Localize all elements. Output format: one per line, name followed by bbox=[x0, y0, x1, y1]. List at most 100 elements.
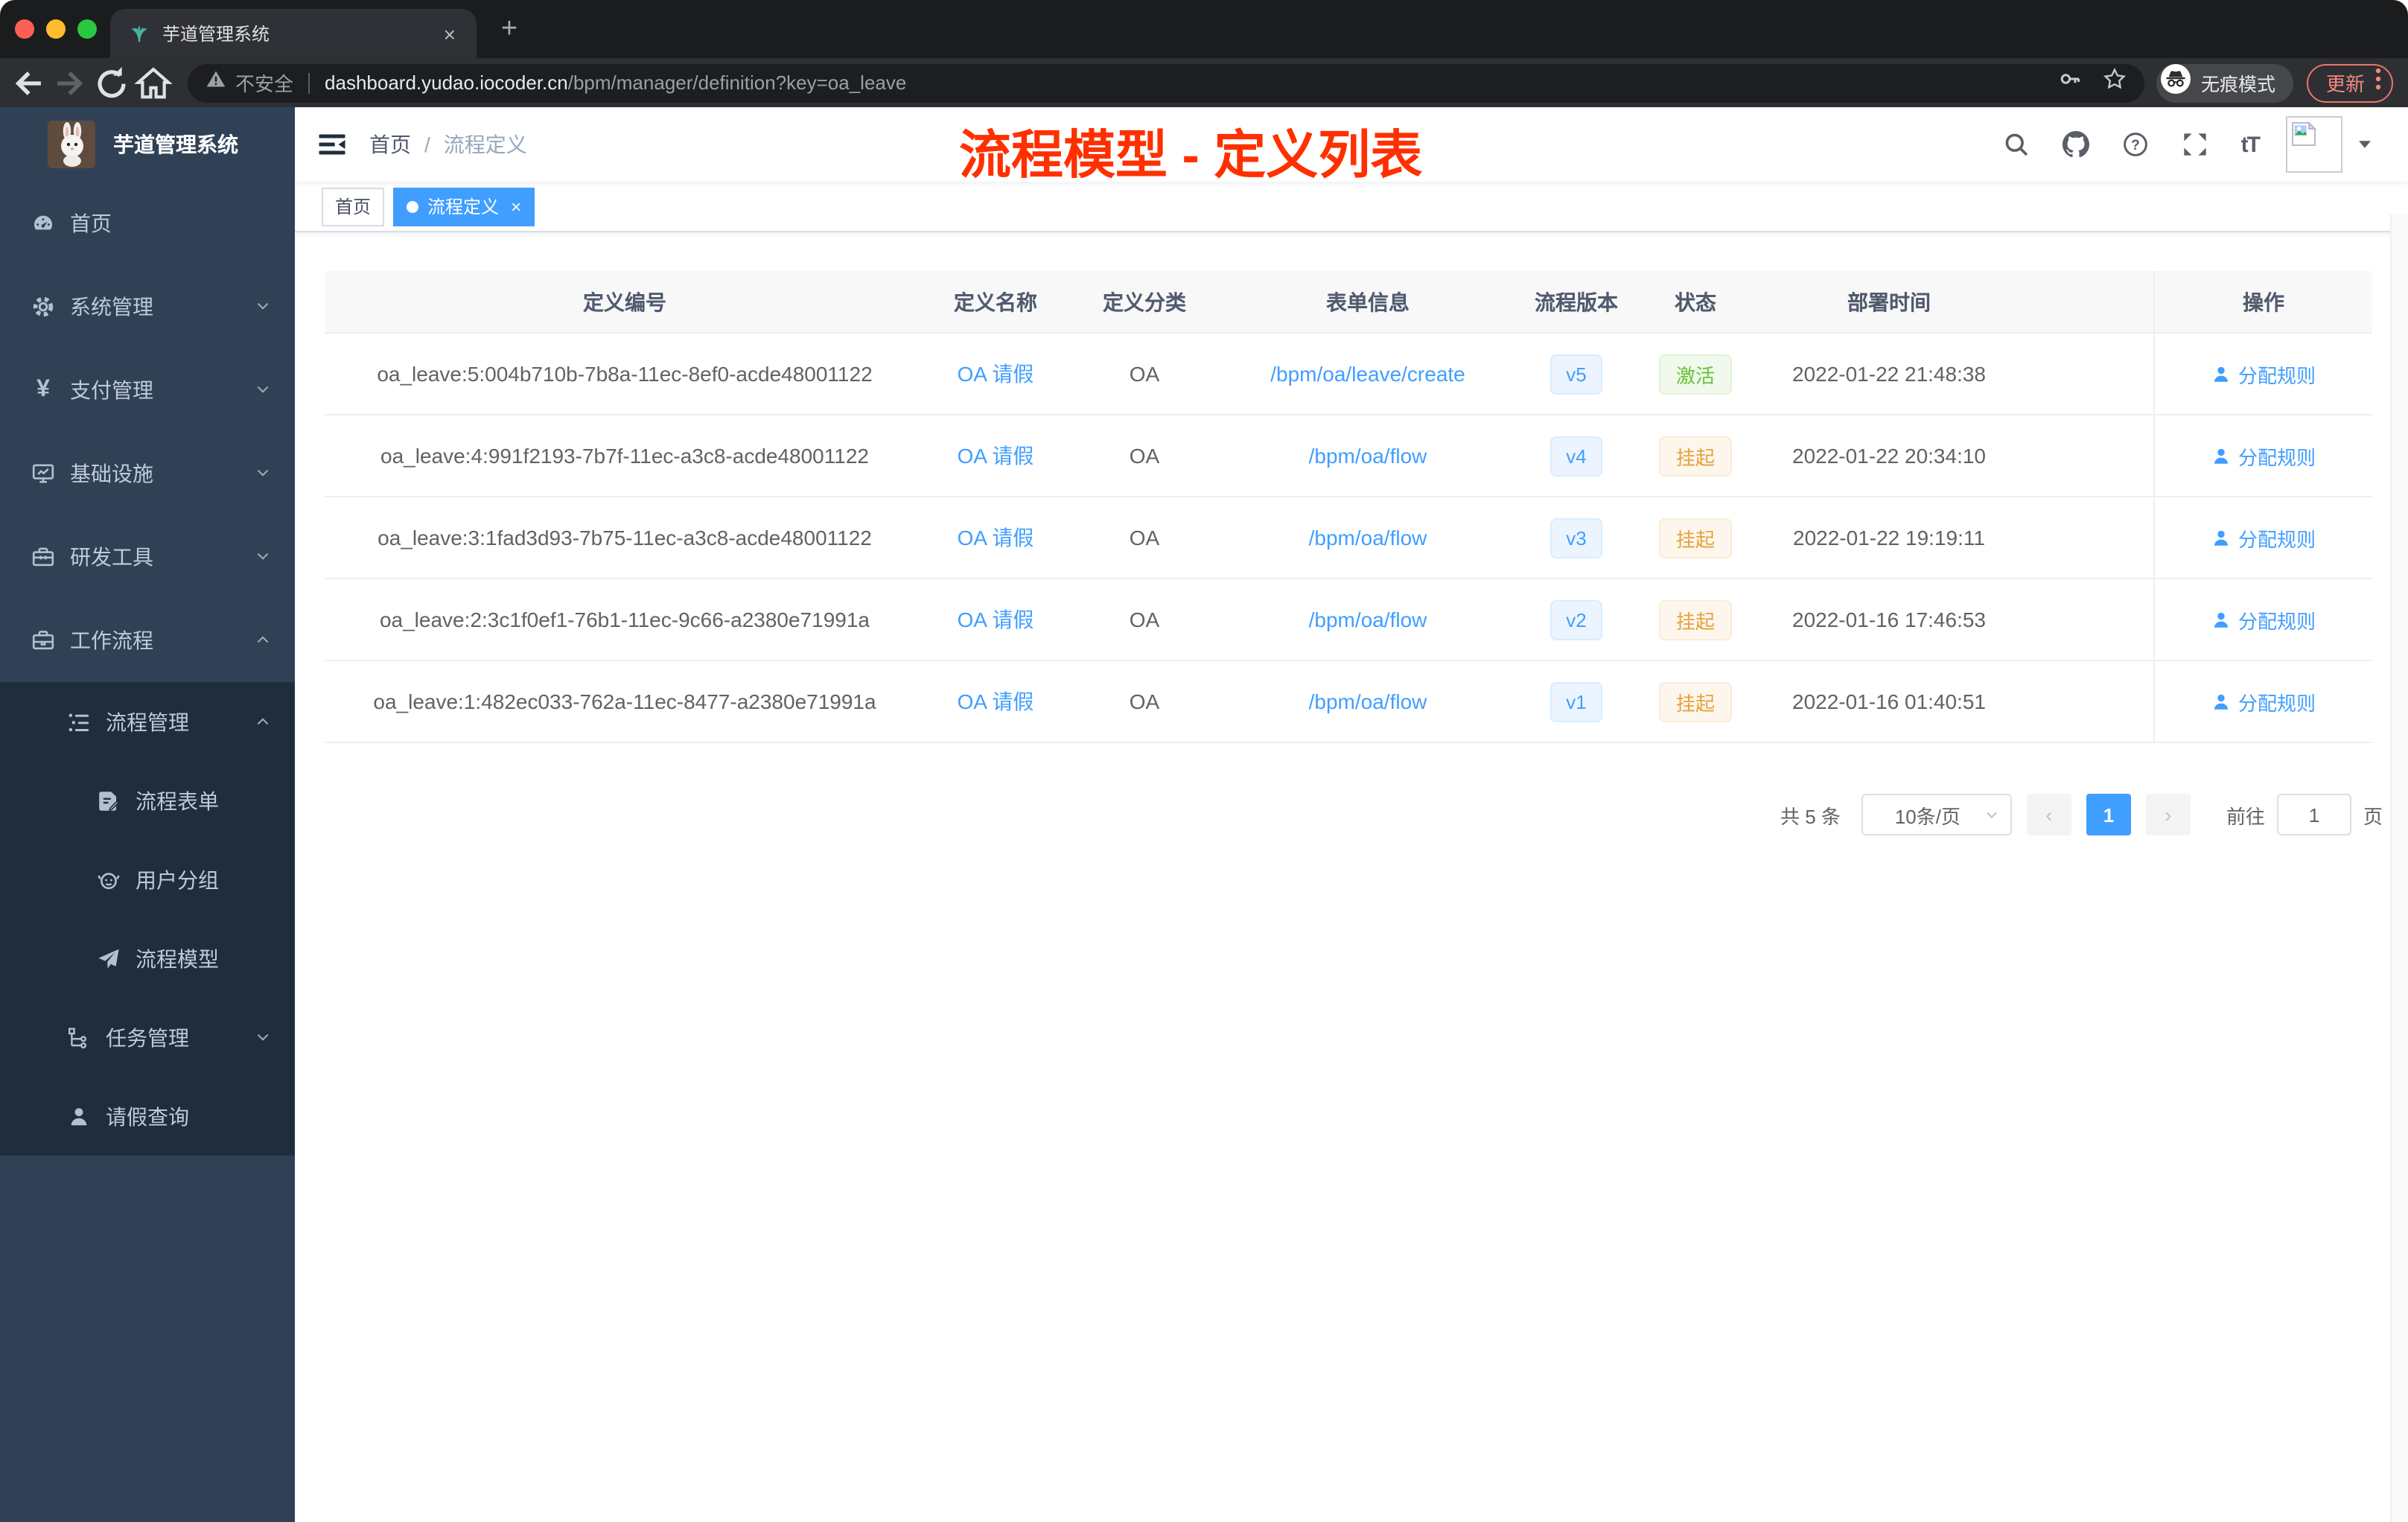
monitor-icon bbox=[30, 460, 57, 487]
pagination: 共 5 条 10条/页 ‹ 1 › 前往 页 bbox=[325, 794, 2383, 835]
definition-name-link[interactable]: OA 请假 bbox=[958, 687, 1034, 716]
table-row: oa_leave:2:3c1f0ef1-76b1-11ec-9c66-a2380… bbox=[325, 579, 2372, 661]
forward-icon[interactable] bbox=[51, 63, 89, 102]
next-page-button[interactable]: › bbox=[2145, 794, 2191, 835]
tag-process-definition[interactable]: 流程定义 × bbox=[393, 187, 535, 226]
form-info-link[interactable]: /bpm/oa/leave/create bbox=[1270, 362, 1465, 386]
tab-close-icon[interactable]: × bbox=[438, 22, 462, 45]
back-icon[interactable] bbox=[9, 63, 48, 102]
logo-avatar bbox=[48, 121, 95, 168]
cell-status: 激活 bbox=[1640, 334, 1751, 414]
incognito-label: 无痕模式 bbox=[2200, 74, 2275, 95]
site-favicon-icon bbox=[128, 22, 150, 45]
sidebar-item-leave-query[interactable]: 请假查询 bbox=[0, 1077, 295, 1156]
cell-spacer bbox=[2027, 415, 2153, 496]
cell-deploy-time: 2022-01-16 01:40:51 bbox=[1751, 661, 2027, 742]
sidebar-item-process-model[interactable]: 流程模型 bbox=[0, 919, 295, 998]
browser-menu-dots-icon[interactable] bbox=[2375, 67, 2381, 98]
cell-spacer bbox=[2027, 497, 2153, 578]
sidebar-item-label: 支付管理 bbox=[70, 378, 153, 402]
chevron-down-icon bbox=[255, 378, 271, 402]
cell-definition-name: OA 请假 bbox=[925, 334, 1066, 414]
not-secure-label[interactable]: 不安全 bbox=[235, 69, 293, 97]
sidebar-item-process-mgmt[interactable]: 流程管理 bbox=[0, 682, 295, 761]
sidebar-item-label: 研发工具 bbox=[70, 545, 153, 569]
cell-process-version: v3 bbox=[1513, 497, 1640, 578]
user-avatar[interactable] bbox=[2286, 116, 2342, 173]
definition-id: oa_leave:1:482ec033-762a-11ec-8477-a2380… bbox=[373, 690, 876, 713]
saved-passwords-key-icon[interactable] bbox=[2058, 67, 2082, 98]
assign-rule-button[interactable]: 分配规则 bbox=[2211, 360, 2316, 388]
page-number-button[interactable]: 1 bbox=[2086, 794, 2131, 835]
sidebar-item-label: 流程模型 bbox=[136, 946, 219, 970]
sidebar-item-task-mgmt[interactable]: 任务管理 bbox=[0, 998, 295, 1077]
breadcrumb-home-link[interactable]: 首页 bbox=[369, 130, 411, 159]
zoom-window-button[interactable] bbox=[77, 19, 97, 38]
assign-rule-button[interactable]: 分配规则 bbox=[2211, 523, 2316, 552]
goto-page-input[interactable] bbox=[2276, 794, 2351, 835]
cell-status: 挂起 bbox=[1640, 579, 1751, 660]
tag-home[interactable]: 首页 bbox=[322, 187, 385, 226]
sidebar-logo[interactable]: 芋道管理系统 bbox=[0, 107, 295, 182]
search-icon[interactable] bbox=[2003, 131, 2030, 158]
not-secure-warning-icon[interactable] bbox=[206, 69, 226, 97]
sidebar-item-home[interactable]: 首页 bbox=[0, 182, 295, 265]
cell-form-info: /bpm/oa/flow bbox=[1223, 661, 1513, 742]
fullscreen-icon[interactable] bbox=[2182, 131, 2208, 158]
user-icon bbox=[66, 1103, 92, 1130]
assign-rule-button[interactable]: 分配规则 bbox=[2211, 605, 2316, 634]
version-badge: v3 bbox=[1549, 518, 1603, 558]
browser-tab[interactable]: 芋道管理系统 × bbox=[110, 9, 477, 58]
form-info-link[interactable]: /bpm/oa/flow bbox=[1309, 608, 1427, 631]
reload-icon[interactable] bbox=[92, 63, 131, 102]
home-icon[interactable] bbox=[134, 63, 173, 102]
github-icon[interactable] bbox=[2062, 131, 2089, 158]
macos-traffic-lights[interactable] bbox=[15, 19, 97, 38]
definition-name-link[interactable]: OA 请假 bbox=[958, 605, 1034, 634]
minimize-window-button[interactable] bbox=[46, 19, 66, 38]
avatar-dropdown-caret-icon[interactable] bbox=[2357, 131, 2372, 158]
sidebar-item-system[interactable]: 系统管理 bbox=[0, 265, 295, 348]
prev-page-button[interactable]: ‹ bbox=[2026, 794, 2071, 835]
bookmark-star-icon[interactable] bbox=[2103, 67, 2127, 98]
page-scrollbar[interactable] bbox=[2390, 214, 2408, 1522]
definition-name-link[interactable]: OA 请假 bbox=[958, 523, 1034, 553]
new-tab-button[interactable]: + bbox=[491, 13, 527, 46]
cell-definition-id: oa_leave:4:991f2193-7b7f-11ec-a3c8-acde4… bbox=[325, 415, 925, 496]
sidebar-collapse-icon[interactable] bbox=[317, 130, 347, 159]
browser-update-button[interactable]: 更新 bbox=[2306, 63, 2393, 102]
page-size-select[interactable]: 10条/页 bbox=[1861, 794, 2012, 835]
column-header: 流程版本 bbox=[1535, 290, 1618, 313]
list-icon bbox=[66, 708, 92, 735]
sidebar-item-dev-tools[interactable]: 研发工具 bbox=[0, 515, 295, 599]
definition-name-link[interactable]: OA 请假 bbox=[958, 359, 1034, 389]
assign-user-icon bbox=[2211, 692, 2231, 711]
address-bar[interactable]: 不安全 dashboard.yudao.iocoder.cn/bpm/manag… bbox=[188, 63, 2144, 102]
sidebar-item-payment[interactable]: ¥ 支付管理 bbox=[0, 348, 295, 432]
table-row: oa_leave:3:1fad3d93-7b75-11ec-a3c8-acde4… bbox=[325, 497, 2372, 579]
font-size-icon[interactable]: tT bbox=[2241, 131, 2261, 158]
sidebar-item-process-form[interactable]: 流程表单 bbox=[0, 761, 295, 840]
svg-text:?: ? bbox=[2131, 138, 2140, 153]
help-icon[interactable]: ? bbox=[2122, 131, 2149, 158]
definition-name-link[interactable]: OA 请假 bbox=[958, 441, 1034, 471]
form-icon bbox=[95, 787, 122, 814]
form-info-link[interactable]: /bpm/oa/flow bbox=[1309, 526, 1427, 550]
assign-rule-button[interactable]: 分配规则 bbox=[2211, 687, 2316, 716]
yen-icon: ¥ bbox=[36, 377, 50, 402]
breadcrumb-current: 流程定义 bbox=[443, 133, 527, 156]
cell-process-version: v2 bbox=[1513, 579, 1640, 660]
sidebar-item-label: 工作流程 bbox=[70, 628, 153, 652]
tag-label: 首页 bbox=[335, 197, 372, 217]
table-row: oa_leave:5:004b710b-7b8a-11ec-8ef0-acde4… bbox=[325, 334, 2372, 415]
form-info-link[interactable]: /bpm/oa/flow bbox=[1309, 690, 1427, 713]
sidebar-item-workflow[interactable]: 工作流程 bbox=[0, 599, 295, 682]
sidebar-item-infrastructure[interactable]: 基础设施 bbox=[0, 432, 295, 515]
update-label[interactable]: 更新 bbox=[2326, 69, 2365, 97]
sidebar-item-user-group[interactable]: 用户分组 bbox=[0, 840, 295, 919]
form-info-link[interactable]: /bpm/oa/flow bbox=[1309, 444, 1427, 468]
assign-rule-button[interactable]: 分配规则 bbox=[2211, 442, 2316, 470]
status-badge: 挂起 bbox=[1659, 436, 1731, 476]
close-window-button[interactable] bbox=[15, 19, 34, 38]
tag-close-icon[interactable]: × bbox=[511, 196, 521, 217]
